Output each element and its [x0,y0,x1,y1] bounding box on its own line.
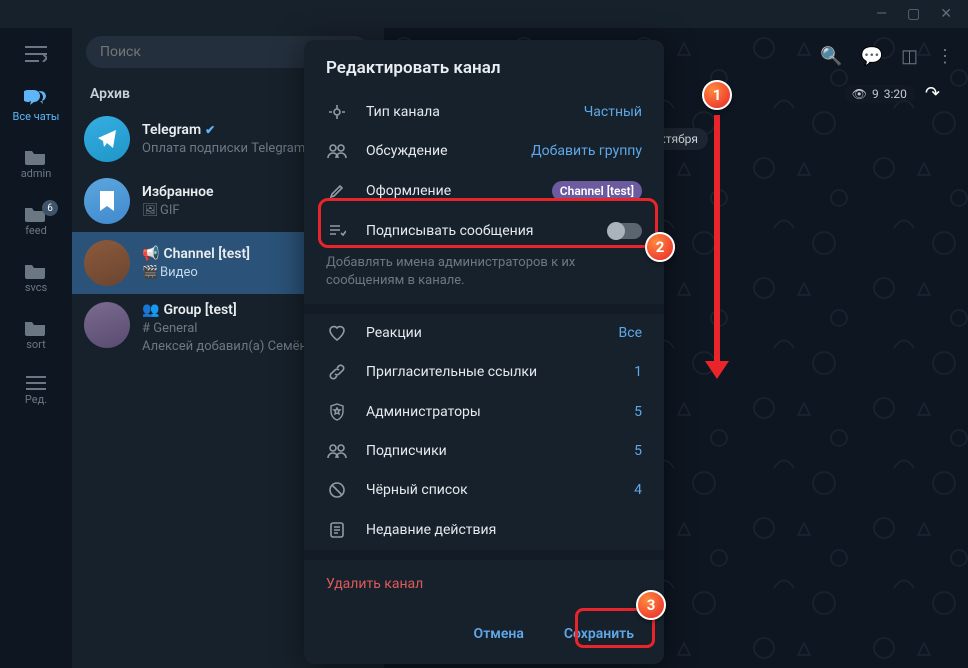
avatar [84,302,130,348]
row-blacklist[interactable]: Чёрный список 4 [304,470,664,510]
gif-icon: 🖼 [142,203,156,218]
brush-icon [326,182,348,200]
megaphone-icon: 📢 [142,246,159,262]
folders-sidebar: Все чаты admin 6 feed svcs sort Ред. [0,28,72,668]
divider [304,550,664,560]
row-invite-links[interactable]: Пригласительные ссылки 1 [304,352,664,392]
design-badge: Channel [test] [552,181,642,201]
log-icon [326,521,348,539]
annotation-arrow [714,115,720,365]
folder-badge: 6 [42,200,58,216]
row-delete-channel[interactable]: Удалить канал [304,560,664,608]
chat-header-actions: 🔍 💬 ◫ ⋮ [820,46,954,67]
row-recent-actions[interactable]: Недавние действия [304,510,664,550]
message-views: 👁 9 3:20 [844,85,915,103]
group-icon [326,143,348,159]
eye-icon: 👁 [852,87,867,101]
avatar [84,240,130,286]
video-icon: 🎬 [142,265,156,280]
ban-icon [326,481,348,499]
folder-all-chats[interactable]: Все чаты [6,82,66,131]
group-icon: 👥 [142,302,159,318]
cancel-button[interactable]: Отмена [458,618,540,650]
modal-title: Редактировать канал [304,40,664,92]
sidepanel-icon[interactable]: ◫ [901,46,918,67]
comments-icon[interactable]: 💬 [861,46,883,67]
heart-icon [326,325,348,341]
row-discussion[interactable]: Обсуждение Добавить группу [304,132,664,170]
row-subscribers[interactable]: Подписчики 5 [304,432,664,470]
avatar-telegram [84,116,130,162]
folder-feed[interactable]: 6 feed [6,198,66,245]
more-icon[interactable]: ⋮ [936,46,954,67]
annotation-marker-3: 3 [636,590,666,620]
row-sign-messages[interactable]: Подписывать сообщения [304,212,664,250]
avatar-saved [84,178,130,224]
row-reactions[interactable]: Реакции Все [304,314,664,352]
sign-messages-toggle[interactable] [608,223,642,239]
save-button[interactable]: Сохранить [548,618,650,650]
row-design[interactable]: Оформление Channel [test] [304,170,664,212]
divider [304,304,664,314]
link-icon [326,363,348,381]
annotation-marker-1: 1 [702,80,732,110]
share-icon[interactable]: ↷ [925,83,940,104]
window-titlebar: — ▢ ✕ [0,0,968,28]
search-icon[interactable]: 🔍 [820,46,842,67]
minimize-button[interactable]: — [876,6,887,22]
folder-admin[interactable]: admin [6,141,66,188]
folder-svcs[interactable]: svcs [6,255,66,302]
menu-button[interactable] [18,36,54,72]
shield-icon [326,403,348,421]
verified-icon: ✔ [205,123,215,137]
users-icon [326,443,348,459]
edit-channel-modal: Редактировать канал Тип канала Частный О… [304,40,664,664]
row-channel-type[interactable]: Тип канала Частный [304,92,664,132]
signature-icon [326,223,348,239]
close-button[interactable]: ✕ [940,6,952,22]
sign-messages-description: Добавлять имена администраторов к их соо… [304,250,664,304]
maximize-button[interactable]: ▢ [907,6,920,22]
row-admins[interactable]: Администраторы 5 [304,392,664,432]
annotation-marker-2: 2 [645,232,675,262]
folder-sort[interactable]: sort [6,312,66,359]
folder-edit[interactable]: Ред. [6,369,66,414]
lock-icon [326,103,348,121]
